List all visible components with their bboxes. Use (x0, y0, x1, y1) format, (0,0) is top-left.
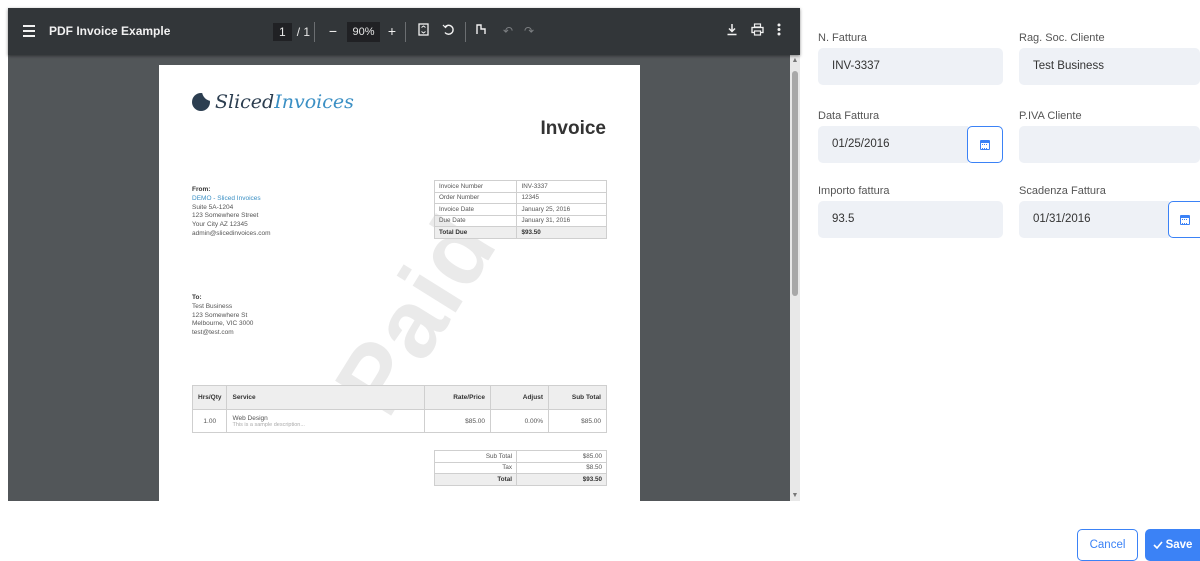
cancel-button[interactable]: Cancel (1077, 529, 1138, 561)
calendar-icon (980, 139, 990, 150)
pdf-toolbar: PDF Invoice Example 1 / 1 − 90% + ↶ ↷ (8, 8, 800, 55)
table-row-total: Total $93.50 (434, 473, 607, 486)
amount-label: Importo fattura (818, 185, 890, 197)
invoice-date-field[interactable]: 01/25/2016 (818, 126, 968, 163)
zoom-in-icon[interactable]: + (385, 21, 399, 41)
scroll-up-icon[interactable]: ▲ (791, 57, 799, 64)
company-logo: SlicedInvoices (192, 91, 354, 113)
table-row: Invoice Number INV-3337 (433, 180, 607, 193)
from-address: From: DEMO - Sliced Invoices Suite 5A-12… (192, 186, 271, 239)
app-root: PDF Invoice Example 1 / 1 − 90% + ↶ ↷ Pa… (0, 0, 1200, 561)
logo-mark-icon (192, 91, 212, 111)
to-address: To: Test Business 123 Somewhere St Melbo… (192, 294, 253, 338)
scrollbar-thumb[interactable] (792, 71, 798, 296)
service-description: This is a sample description... (232, 421, 305, 428)
toolbar-divider (314, 22, 315, 42)
to-line: 123 Somewhere St (192, 311, 248, 319)
zoom-out-icon[interactable]: − (326, 21, 340, 41)
fit-page-icon[interactable] (415, 21, 431, 41)
page-number-input[interactable]: 1 (273, 23, 292, 41)
pdf-viewer: PDF Invoice Example 1 / 1 − 90% + ↶ ↷ Pa… (8, 8, 800, 501)
pdf-page-area[interactable]: Paid SlicedInvoices Invoice From: DEMO -… (8, 55, 800, 501)
invoice-date-picker-button[interactable] (967, 126, 1003, 163)
zoom-level-input[interactable]: 90% (347, 22, 380, 42)
from-label: From: (192, 186, 211, 193)
table-row: Due Date January 31, 2016 (433, 214, 607, 227)
due-date-field[interactable]: 01/31/2016 (1019, 201, 1169, 238)
save-button[interactable]: Save (1145, 529, 1200, 561)
due-date-picker-button[interactable] (1168, 201, 1200, 238)
logo-main-text: Sliced (215, 91, 275, 113)
to-label: To: (192, 294, 202, 301)
table-row: Tax $8.50 (434, 461, 607, 474)
to-name: Test Business (192, 302, 233, 310)
pdf-title: PDF Invoice Example (49, 24, 171, 38)
from-line: 123 Somewhere Street (192, 212, 259, 220)
totals-table: Sub Total $85.00 Tax $8.50 Total $93.50 (434, 450, 607, 486)
invoice-heading: Invoice (540, 118, 606, 139)
download-icon[interactable] (724, 21, 740, 41)
invoice-number-field[interactable]: INV-3337 (818, 48, 1003, 85)
client-vat-field[interactable] (1019, 126, 1200, 163)
table-row: Sub Total $85.00 (434, 450, 607, 463)
to-email: test@test.com (192, 329, 234, 337)
more-options-icon[interactable] (774, 21, 784, 41)
invoice-number-label: N. Fattura (818, 32, 867, 44)
amount-field[interactable]: 93.5 (818, 201, 1003, 238)
table-row-total: Total Due $93.50 (433, 226, 607, 239)
client-name-field[interactable]: Test Business (1019, 48, 1200, 85)
table-row: Invoice Date January 25, 2016 (433, 203, 607, 216)
line-items-table: Hrs/Qty Service Rate/Price Adjust Sub To… (191, 385, 607, 433)
save-button-label: Save (1165, 539, 1193, 551)
page-total: / 1 (296, 25, 311, 39)
calendar-icon (1179, 214, 1190, 225)
checkmark-icon (1152, 541, 1163, 549)
menu-icon[interactable] (23, 22, 39, 40)
invoice-date-label: Data Fattura (818, 110, 880, 122)
table-row: Order Number 12345 (433, 191, 607, 204)
page-indicator: 1 / 1 (273, 22, 310, 42)
scroll-down-icon[interactable]: ▼ (791, 492, 799, 499)
from-line: Suite 5A-1204 (192, 203, 234, 211)
due-date-label: Scadenza Fattura (1019, 185, 1106, 197)
toolbar-divider (465, 22, 466, 42)
logo-accent-text: Invoices (274, 91, 354, 113)
client-name-label: Rag. Soc. Cliente (1019, 32, 1105, 44)
table-header-row: Hrs/Qty Service Rate/Price Adjust Sub To… (191, 385, 607, 410)
service-name: Web Design (232, 414, 268, 422)
pdf-scrollbar[interactable]: ▲ ▼ (790, 55, 800, 501)
redo-icon[interactable]: ↷ (522, 21, 536, 41)
pdf-page: Paid SlicedInvoices Invoice From: DEMO -… (159, 65, 640, 501)
table-row: 1.00 Web Design This is a sample descript… (191, 409, 607, 433)
from-name[interactable]: DEMO - Sliced Invoices (192, 195, 271, 204)
annotate-icon[interactable] (473, 21, 489, 41)
toolbar-divider (405, 22, 406, 42)
print-icon[interactable] (749, 21, 765, 41)
from-line: Your City AZ 12345 (192, 221, 248, 229)
undo-icon[interactable]: ↶ (501, 21, 515, 41)
to-line: Melbourne, VIC 3000 (192, 320, 254, 328)
from-email: admin@slicedinvoices.com (192, 229, 271, 237)
client-vat-label: P.IVA Cliente (1019, 110, 1082, 122)
rotate-icon[interactable] (440, 21, 456, 41)
invoice-meta-table: Invoice Number INV-3337 Order Number 12345… (433, 180, 607, 239)
